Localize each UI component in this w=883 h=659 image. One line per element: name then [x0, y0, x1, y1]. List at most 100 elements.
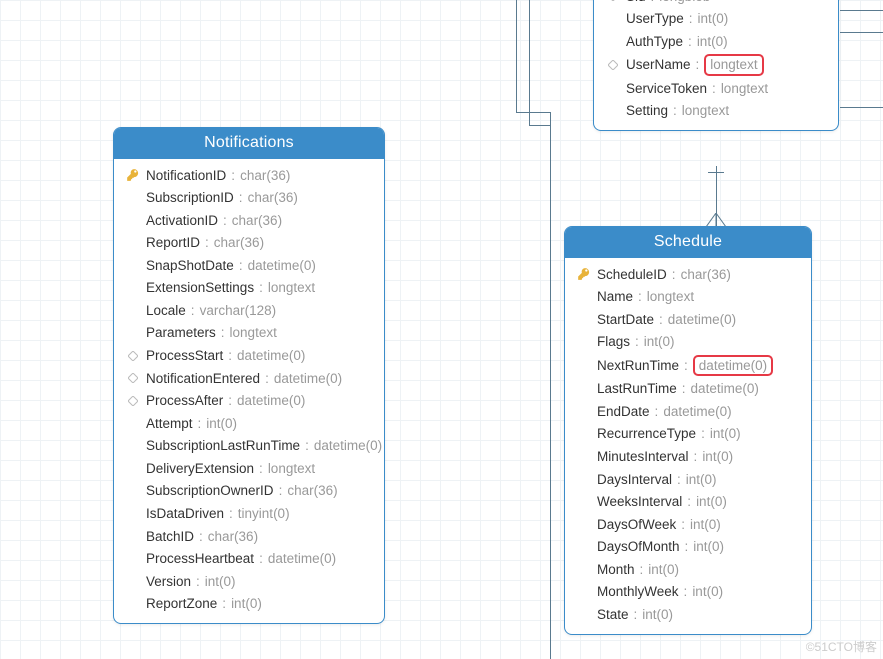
column-name: ProcessAfter	[146, 391, 223, 411]
entity-header[interactable]: Notifications	[114, 128, 384, 159]
column-name: StartDate	[597, 310, 654, 330]
column-row: SubscriptionID: char(36)	[124, 187, 374, 210]
highlight-box: longtext	[704, 54, 763, 76]
column-row: Name: longtext	[575, 286, 801, 309]
column-row: Flags: int(0)	[575, 331, 801, 354]
column-type: longtext	[721, 79, 768, 99]
column-type: int(0)	[693, 537, 724, 557]
column-name: ServiceToken	[626, 79, 707, 99]
column-type: longtext	[230, 323, 277, 343]
column-type: int(0)	[644, 332, 675, 352]
connector-line	[840, 10, 883, 11]
nullable-icon	[124, 396, 142, 406]
column-type: datetime(0)	[237, 346, 305, 366]
column-type: longtext	[710, 57, 757, 72]
column-row: SubscriptionLastRunTime: datetime(0)	[124, 435, 374, 458]
connector-line	[516, 0, 517, 112]
column-name: ReportID	[146, 233, 200, 253]
column-row: Version: int(0)	[124, 570, 374, 593]
column-name: UserName	[626, 55, 691, 75]
column-name: State	[597, 605, 629, 625]
column-row: BatchID: char(36)	[124, 525, 374, 548]
column-row: Attempt: int(0)	[124, 412, 374, 435]
column-row: IsDataDriven: tinyint(0)	[124, 502, 374, 525]
column-type: longblob	[659, 0, 710, 6]
column-type: int(0)	[642, 605, 673, 625]
column-row: DaysInterval: int(0)	[575, 468, 801, 491]
column-type: char(36)	[240, 166, 290, 186]
column-row: LastRunTime: datetime(0)	[575, 378, 801, 401]
column-name: ProcessHeartbeat	[146, 549, 254, 569]
column-name: ActivationID	[146, 211, 218, 231]
primary-key-icon	[575, 267, 593, 281]
column-type: int(0)	[702, 447, 733, 467]
column-row: StartDate: datetime(0)	[575, 308, 801, 331]
column-type: char(36)	[681, 265, 731, 285]
entity-notifications[interactable]: Notifications NotificationID: char(36)Su…	[113, 127, 385, 624]
entity-schedule[interactable]: Schedule ScheduleID: char(36)Name: longt…	[564, 226, 812, 635]
column-row: ExtensionSettings: longtext	[124, 277, 374, 300]
column-row: DeliveryExtension: longtext	[124, 457, 374, 480]
column-type: longtext	[647, 287, 694, 307]
column-name: SubscriptionOwnerID	[146, 481, 274, 501]
column-type: char(36)	[287, 481, 337, 501]
column-row: UserType: int(0)	[604, 8, 828, 31]
column-type: varchar(128)	[200, 301, 277, 321]
entity-body: Sid: longblob UserType: int(0) AuthType:…	[594, 0, 838, 130]
column-type: datetime(0)	[663, 402, 731, 422]
column-type: char(36)	[232, 211, 282, 231]
column-name: SubscriptionLastRunTime	[146, 436, 300, 456]
column-name: MinutesInterval	[597, 447, 689, 467]
highlight-box: datetime(0)	[693, 355, 773, 377]
connector-line	[529, 125, 550, 126]
column-type: int(0)	[690, 515, 721, 535]
column-row: AuthType: int(0)	[604, 30, 828, 53]
column-row: SubscriptionOwnerID: char(36)	[124, 480, 374, 503]
column-name: DaysOfMonth	[597, 537, 680, 557]
nullable-icon	[124, 351, 142, 361]
column-type: datetime(0)	[668, 310, 736, 330]
column-type: longtext	[268, 278, 315, 298]
column-type: int(0)	[231, 594, 262, 614]
column-type: datetime(0)	[314, 436, 382, 456]
column-type: int(0)	[692, 582, 723, 602]
column-type: int(0)	[710, 424, 741, 444]
column-type: datetime(0)	[691, 379, 759, 399]
column-name: ReportZone	[146, 594, 217, 614]
column-name: UserType	[626, 9, 684, 29]
column-name: ScheduleID	[597, 265, 667, 285]
column-row: WeeksInterval: int(0)	[575, 491, 801, 514]
column-type: datetime(0)	[274, 369, 342, 389]
column-name: DaysOfWeek	[597, 515, 676, 535]
column-name: ExtensionSettings	[146, 278, 254, 298]
column-name: Parameters	[146, 323, 216, 343]
column-row: ProcessAfter: datetime(0)	[124, 390, 374, 413]
column-name: Month	[597, 560, 635, 580]
entity-header[interactable]: Schedule	[565, 227, 811, 258]
column-row: ActivationID: char(36)	[124, 209, 374, 232]
column-name: RecurrenceType	[597, 424, 696, 444]
column-name: NextRunTime	[597, 356, 679, 376]
watermark: ©51CTO博客	[806, 638, 877, 655]
column-row: MonthlyWeek: int(0)	[575, 581, 801, 604]
column-row: Locale: varchar(128)	[124, 299, 374, 322]
entity-users-fragment[interactable]: Sid: longblob UserType: int(0) AuthType:…	[593, 0, 839, 131]
column-row: ProcessHeartbeat: datetime(0)	[124, 548, 374, 571]
column-name: BatchID	[146, 527, 194, 547]
column-name: AuthType	[626, 32, 683, 52]
column-name: Name	[597, 287, 633, 307]
diagram-canvas[interactable]: Sid: longblob UserType: int(0) AuthType:…	[0, 0, 883, 659]
column-type: datetime(0)	[268, 549, 336, 569]
column-row: RecurrenceType: int(0)	[575, 423, 801, 446]
column-row: NotificationID: char(36)	[124, 164, 374, 187]
column-type: char(36)	[248, 188, 298, 208]
entity-body: NotificationID: char(36)SubscriptionID: …	[114, 159, 384, 623]
column-name: EndDate	[597, 402, 650, 422]
column-type: int(0)	[205, 572, 236, 592]
column-type: datetime(0)	[237, 391, 305, 411]
column-row: DaysOfMonth: int(0)	[575, 536, 801, 559]
column-type: longtext	[268, 459, 315, 479]
connector-line	[708, 172, 724, 173]
column-name: LastRunTime	[597, 379, 677, 399]
column-row: EndDate: datetime(0)	[575, 400, 801, 423]
